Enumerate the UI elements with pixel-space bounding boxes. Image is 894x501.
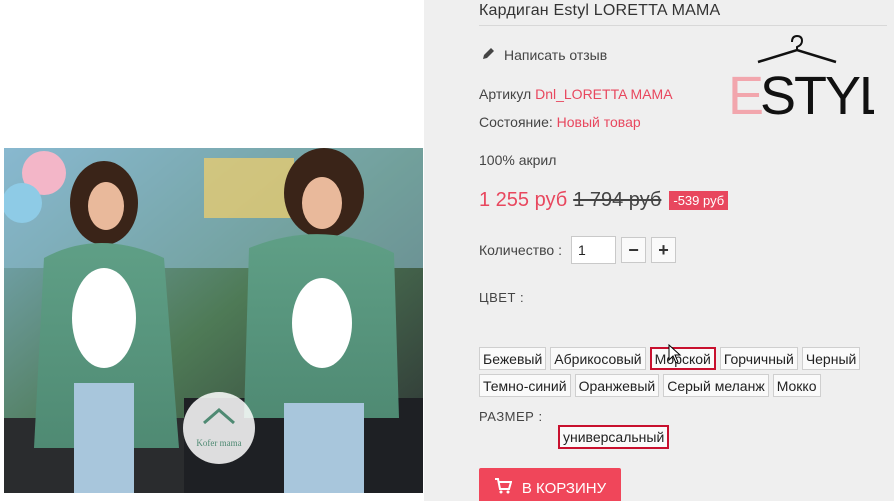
hanger-icon — [757, 34, 837, 64]
product-photo[interactable]: Kofer mama — [4, 148, 423, 493]
composition: 100% акрил — [479, 152, 557, 168]
color-option[interactable]: Горчичный — [719, 347, 798, 370]
condition-label: Состояние: — [479, 114, 553, 130]
add-to-cart-button[interactable]: В КОРЗИНУ — [479, 468, 621, 501]
quantity-increase-button[interactable]: + — [650, 237, 676, 263]
size-label: РАЗМЕР : — [479, 409, 543, 424]
old-price: 1 794 руб — [573, 189, 662, 211]
color-option[interactable]: Черный — [801, 347, 861, 370]
color-option[interactable]: Темно-синий — [479, 374, 571, 397]
write-review-label: Написать отзыв — [504, 46, 608, 63]
size-option-selected[interactable]: универсальный — [558, 425, 670, 449]
svg-text:Kofer mama: Kofer mama — [196, 438, 241, 448]
sku-row: Артикул Dnl_LORETTA MAMA — [479, 86, 673, 102]
product-gallery: Kofer mama — [0, 0, 424, 501]
quantity-row: Количество : − + — [479, 236, 676, 264]
brand-logo[interactable]: E STYL — [728, 34, 890, 126]
pencil-icon — [482, 46, 496, 63]
add-to-cart-label: В КОРЗИНУ — [521, 479, 607, 497]
product-details: Кардиган Estyl LORETTA MAMA Написать отз… — [424, 0, 894, 501]
sku-label: Артикул — [479, 86, 532, 102]
color-label: ЦВЕТ : — [479, 290, 525, 305]
sku-value: Dnl_LORETTA MAMA — [535, 86, 673, 102]
mouse-cursor-icon — [668, 343, 682, 369]
color-option[interactable]: Абрикосовый — [550, 347, 646, 370]
color-option-selected[interactable]: Морской — [649, 347, 716, 370]
discount-badge: -539 руб — [669, 191, 729, 210]
color-option[interactable]: Оранжевый — [574, 374, 660, 397]
product-title: Кардиган Estyl LORETTA MAMA — [479, 2, 887, 26]
color-option[interactable]: Серый меланж — [663, 374, 769, 397]
condition-value: Новый товар — [556, 114, 641, 130]
price-block: 1 255 руб 1 794 руб -539 руб — [479, 189, 729, 212]
quantity-input[interactable] — [570, 236, 616, 264]
current-price: 1 255 руб — [479, 189, 568, 211]
quantity-label: Количество : — [479, 242, 562, 258]
color-option[interactable]: Мокко — [772, 374, 821, 397]
logo-letter: E — [728, 66, 764, 118]
cart-icon — [494, 478, 513, 498]
write-review-link[interactable]: Написать отзыв — [482, 46, 607, 63]
logo-text: STYL — [760, 66, 874, 118]
color-option[interactable]: Бежевый — [479, 347, 547, 370]
condition-row: Состояние: Новый товар — [479, 114, 641, 130]
quantity-decrease-button[interactable]: − — [620, 237, 646, 263]
